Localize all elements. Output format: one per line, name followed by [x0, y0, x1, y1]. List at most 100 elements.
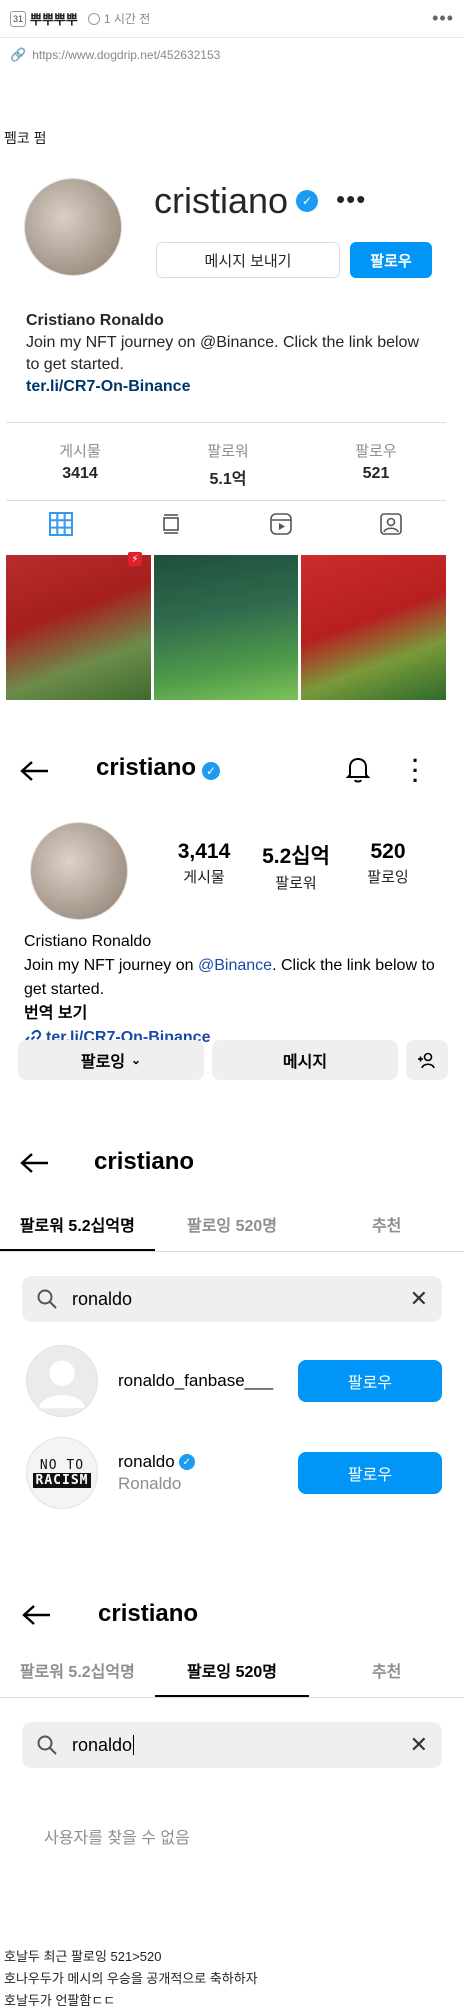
tab-suggested[interactable]: 추천	[309, 1208, 464, 1251]
flash-icon: ⚡	[128, 552, 142, 566]
profile-full-name: Cristiano Ronaldo	[26, 312, 164, 329]
back-arrow-icon[interactable]	[20, 760, 50, 787]
post-url-row: 🔗 https://www.dogdrip.net/452632153	[0, 38, 464, 72]
verified-badge-icon: ✓	[178, 1454, 195, 1470]
tab-suggested[interactable]: 추천	[309, 1654, 464, 1697]
divider	[6, 500, 446, 501]
profile-bio: Cristiano Ronaldo Join my NFT journey on…	[24, 930, 444, 1050]
clear-icon[interactable]: ✕	[410, 1286, 428, 1312]
link-icon: 🔗	[10, 47, 27, 62]
list-title: cristiano	[94, 1148, 195, 1175]
kebab-menu-icon[interactable]: · · ·	[412, 750, 419, 792]
profile-bio: Cristiano Ronaldo Join my NFT journey on…	[26, 310, 436, 398]
bio-mention[interactable]: @Binance	[198, 957, 272, 974]
follow-button[interactable]: 팔로우	[350, 242, 432, 278]
grid-icon[interactable]	[47, 510, 75, 538]
tab-followers[interactable]: 팔로워 5.2십억명	[0, 1208, 155, 1251]
reels-icon[interactable]	[267, 510, 295, 538]
follow-button[interactable]: 팔로우	[298, 1452, 442, 1494]
follow-tabs: 팔로워 5.2십억명 팔로잉 520명 추천	[0, 1654, 464, 1698]
stat-label: 게시물	[59, 443, 101, 460]
following-button[interactable]: 팔로잉 ⌄	[18, 1040, 204, 1080]
author-level-icon: 31	[10, 10, 26, 27]
count-label: 팔로잉	[367, 869, 409, 886]
translate-link[interactable]: 번역 보기	[24, 1002, 444, 1026]
stat-value: 3414	[62, 465, 98, 482]
list-title: cristiano	[98, 1600, 199, 1627]
more-options-icon[interactable]: •••	[336, 184, 366, 215]
back-arrow-icon[interactable]	[20, 1152, 50, 1179]
tab-following[interactable]: 팔로잉 520명	[154, 1654, 310, 1697]
user-handle: ronaldo	[118, 1452, 175, 1471]
count-following[interactable]: 520 팔로잉	[342, 840, 434, 893]
post-time-text: 1 시간 전	[103, 12, 151, 26]
tagged-icon[interactable]	[377, 510, 405, 538]
profile-stats: 게시물 3414 팔로워 5.1억 팔로우 521	[0, 440, 464, 489]
search-value: ronaldo	[72, 1288, 133, 1309]
post-time: 1 시간 전	[87, 10, 151, 27]
search-input[interactable]: ronaldo ✕	[22, 1276, 442, 1322]
follow-button[interactable]: 팔로우	[298, 1360, 442, 1402]
stat-followers[interactable]: 팔로워 5.1억	[154, 440, 302, 489]
back-arrow-icon[interactable]	[22, 1604, 52, 1631]
count-value: 3,414	[177, 840, 231, 863]
follow-tabs: 팔로워 5.2십억명 팔로잉 520명 추천	[0, 1208, 464, 1252]
feed-icon[interactable]	[157, 510, 185, 538]
list-item[interactable]: NO TO RACISM ronaldo ✓ Ronaldo 팔로우	[26, 1436, 442, 1510]
message-button[interactable]: 메시지	[212, 1040, 398, 1080]
cropped-status-bar	[40, 1570, 420, 1578]
post-header: 31 뿌뿌뿌뿌 1 시간 전 •••	[0, 0, 464, 38]
stat-label: 팔로워	[207, 443, 249, 460]
post-grid	[6, 555, 447, 700]
add-person-icon[interactable]	[406, 1040, 448, 1080]
count-label: 게시물	[183, 869, 225, 886]
list-item[interactable]: ronaldo_fanbase___ 팔로우	[26, 1344, 442, 1418]
bell-icon[interactable]	[344, 754, 372, 789]
user-info: ronaldo_fanbase___	[118, 1371, 298, 1391]
post-thumbnail[interactable]	[153, 555, 299, 700]
count-value: 5.2십억	[262, 845, 330, 868]
profile-username: cristiano	[154, 180, 289, 221]
post-author[interactable]: 뿌뿌뿌뿌	[30, 9, 78, 28]
tab-followers[interactable]: 팔로워 5.2십억명	[0, 1654, 155, 1697]
clear-icon[interactable]: ✕	[410, 1732, 428, 1758]
empty-state-message: 사용자를 찾을 수 없음	[44, 1830, 190, 1847]
divider	[6, 422, 446, 423]
stat-following[interactable]: 팔로우 521	[302, 440, 450, 489]
stat-value: 5.1억	[209, 471, 247, 488]
bio-text-start: Join my NFT journey on	[24, 957, 198, 974]
count-followers[interactable]: 5.2십억 팔로워	[250, 840, 342, 893]
no-to-racism-avatar: NO TO RACISM	[26, 1437, 98, 1509]
post-url[interactable]: https://www.dogdrip.net/452632153	[32, 48, 220, 62]
profile-link[interactable]: ter.li/CR7-On-Binance	[26, 376, 436, 398]
search-icon	[37, 1735, 57, 1755]
tab-following[interactable]: 팔로잉 520명	[155, 1208, 310, 1251]
verified-badge-icon: ✓	[202, 762, 220, 780]
message-button[interactable]: 메시지 보내기	[156, 242, 340, 278]
post-body: 호날두 최근 팔로잉 521>520 호나우두가 메시의 우승을 공개적으로 축…	[4, 1946, 258, 2012]
avatar-text-top: NO TO	[39, 1458, 85, 1473]
profile-bio-text: Join my NFT journey on @Binance. Click t…	[24, 954, 444, 1002]
user-info: ronaldo ✓ Ronaldo	[118, 1452, 298, 1494]
stat-value: 521	[362, 465, 390, 482]
profile-bio-text: Join my NFT journey on @Binance. Click t…	[26, 334, 419, 373]
clock-icon	[87, 12, 100, 25]
post-thumbnail[interactable]	[6, 555, 151, 700]
following-button-label: 팔로잉	[80, 1054, 126, 1071]
profile-avatar[interactable]	[24, 178, 122, 276]
profile-username: cristiano	[96, 754, 197, 781]
chevron-down-icon: ⌄	[131, 1053, 142, 1067]
post-body-line: 호날두 최근 팔로잉 521>520	[4, 1949, 162, 1964]
search-input[interactable]: ronaldo ✕	[22, 1722, 442, 1768]
count-value: 520	[370, 840, 406, 863]
post-body-line: 호날두가 언팔함ㄷㄷ	[4, 1993, 116, 2008]
default-avatar-icon	[26, 1345, 98, 1417]
more-options-icon[interactable]: •••	[432, 8, 454, 29]
post-caption: 펨코 펌	[4, 130, 47, 146]
user-handle: ronaldo_fanbase___	[118, 1371, 274, 1390]
profile-avatar[interactable]	[30, 822, 128, 920]
user-name: Ronaldo	[118, 1474, 182, 1493]
verified-badge-icon: ✓	[296, 190, 318, 212]
post-thumbnail[interactable]	[301, 555, 447, 700]
profile-full-name: Cristiano Ronaldo	[24, 933, 152, 950]
